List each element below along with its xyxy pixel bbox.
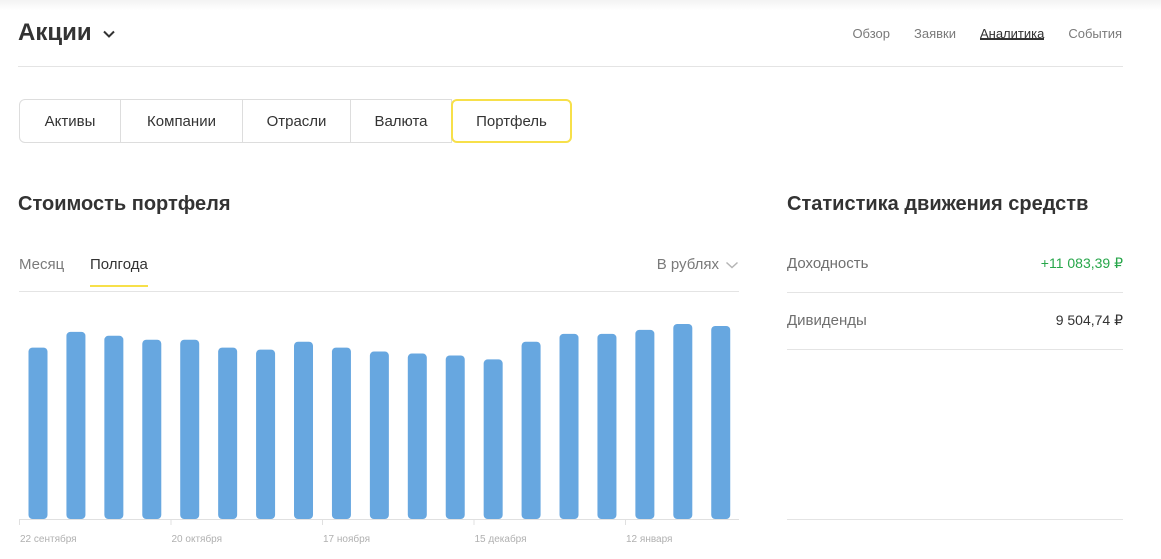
segment-portfolio[interactable]: Портфель <box>451 99 572 143</box>
tab-half-year[interactable]: Полгода <box>90 256 148 287</box>
chart-bar[interactable] <box>445 355 465 519</box>
portfolio-value-title: Стоимость портфеля <box>18 193 231 215</box>
yield-value: +11 083,39 ₽ <box>1040 255 1123 271</box>
portfolio-chart: 22 сентября 20 октября 17 ноября 15 декабря… <box>19 323 739 545</box>
x-tick-label: 15 декабря <box>475 533 527 545</box>
chart-bar[interactable] <box>180 339 200 519</box>
chevron-down-icon <box>725 261 739 269</box>
chart-bar[interactable] <box>218 347 238 519</box>
dividends-value: 9 504,74 ₽ <box>1055 312 1123 328</box>
tab-month[interactable]: Месяц <box>19 256 64 287</box>
chart-bar[interactable] <box>483 359 503 519</box>
stat-row-yield: Доходность +11 083,39 ₽ <box>787 235 1123 293</box>
chart-bar[interactable] <box>521 341 541 519</box>
header-divider <box>18 66 1123 67</box>
yield-label: Доходность <box>787 255 869 272</box>
segment-currency[interactable]: Валюта <box>351 99 452 143</box>
nav-events[interactable]: События <box>1068 0 1122 41</box>
stats-bottom-divider <box>787 519 1123 520</box>
x-tick-label: 22 сентября <box>20 533 77 545</box>
segment-sectors[interactable]: Отрасли <box>243 99 351 143</box>
currency-select[interactable]: В рублях <box>657 256 739 273</box>
top-nav: Обзор Заявки Аналитика События <box>828 0 1122 66</box>
cash-flow-title: Статистика движения средств <box>787 193 1089 215</box>
segment-companies[interactable]: Компании <box>121 99 243 143</box>
chart-bar[interactable] <box>673 323 693 519</box>
chart-bar[interactable] <box>331 347 351 519</box>
chart-bar[interactable] <box>369 351 389 519</box>
currency-select-label: В рублях <box>656 256 719 273</box>
nav-orders[interactable]: Заявки <box>914 0 956 41</box>
chart-bar[interactable] <box>104 335 124 519</box>
x-tick-label: 20 октября <box>172 533 223 545</box>
section-dropdown[interactable]: Акции <box>18 18 116 48</box>
chart-bar[interactable] <box>559 333 579 519</box>
period-tabs: Месяц Полгода В рублях <box>19 240 739 292</box>
chart-bar[interactable] <box>711 325 731 519</box>
dividends-label: Дивиденды <box>787 312 867 329</box>
x-tick-label: 17 ноября <box>323 533 370 545</box>
nav-analytics[interactable]: Аналитика <box>979 0 1045 41</box>
chart-bar[interactable] <box>28 347 48 519</box>
analytics-segments: Активы Компании Отрасли Валюта Портфель <box>19 99 572 143</box>
x-tick-label: 12 января <box>626 534 672 545</box>
chart-bar[interactable] <box>635 329 655 519</box>
stat-row-dividends: Дивиденды 9 504,74 ₽ <box>787 292 1123 350</box>
chart-bar[interactable] <box>256 349 276 519</box>
page-title: Акции <box>18 19 92 46</box>
chart-bar[interactable] <box>66 331 86 519</box>
chart-bar[interactable] <box>142 339 162 519</box>
chart-bar[interactable] <box>407 353 427 519</box>
nav-overview[interactable]: Обзор <box>852 0 890 41</box>
chart-bar[interactable] <box>294 341 314 519</box>
chart-bar[interactable] <box>597 333 617 519</box>
segment-assets[interactable]: Активы <box>19 99 121 143</box>
chevron-down-icon <box>102 30 115 38</box>
